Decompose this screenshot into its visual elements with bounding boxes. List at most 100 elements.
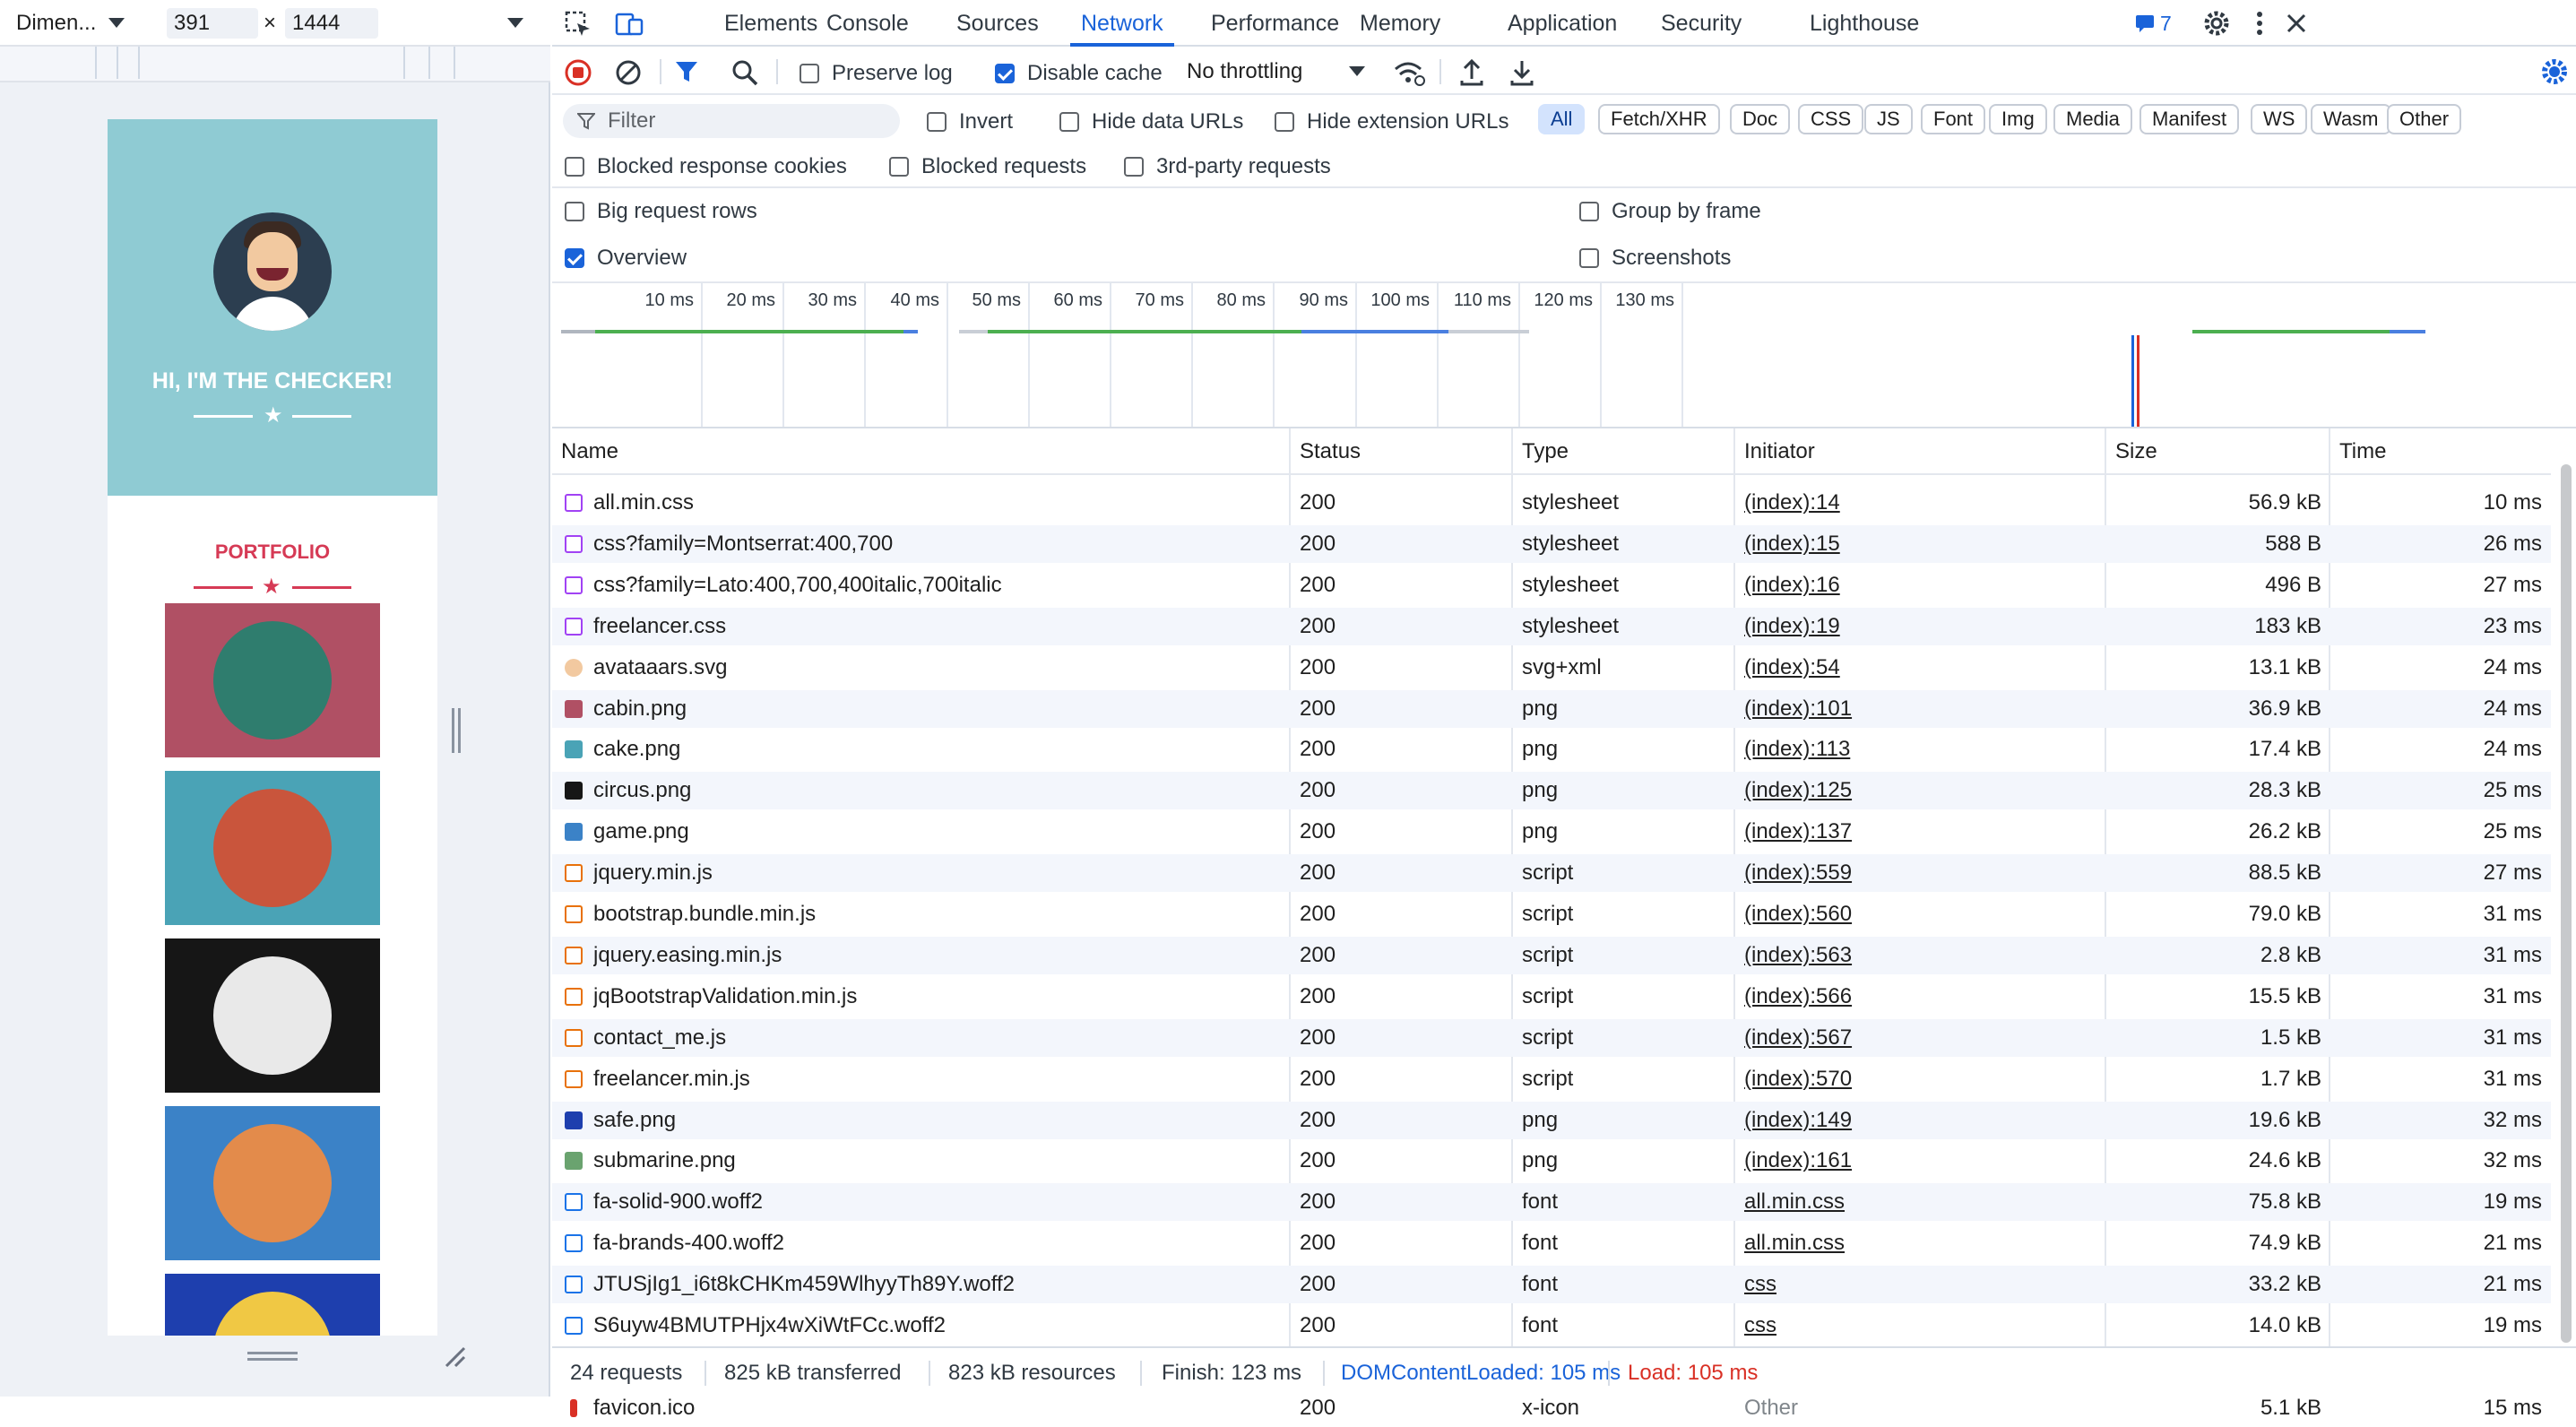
tab-sources[interactable]: Sources [946, 0, 1050, 47]
type-filter-other[interactable]: Other [2387, 104, 2462, 134]
request-initiator[interactable]: (index):563 [1744, 937, 2097, 974]
type-filter-js[interactable]: JS [1864, 104, 1913, 134]
big-request-rows-checkbox[interactable]: Big request rows [565, 199, 757, 224]
request-row[interactable]: safe.png 200 png (index):149 19.6 kB 32 ms [552, 1101, 2551, 1139]
filter-input[interactable]: Filter [563, 104, 900, 138]
request-row[interactable]: jquery.min.js 200 script (index):559 88.5 kB… [552, 854, 2551, 893]
request-name[interactable]: css?family=Montserrat:400,700 [593, 525, 1282, 563]
group-by-frame-checkbox[interactable]: Group by frame [1579, 199, 1761, 224]
inspect-element-icon[interactable] [565, 11, 592, 38]
request-name[interactable]: submarine.png [593, 1142, 1282, 1180]
tab-security[interactable]: Security [1650, 0, 1752, 47]
request-row[interactable]: contact_me.js 200 script (index):567 1.5 kB 3… [552, 1018, 2551, 1057]
request-row[interactable]: circus.png 200 png (index):125 28.3 kB 25 ms [552, 772, 2551, 810]
filter-icon[interactable] [674, 59, 699, 84]
request-name[interactable]: freelancer.css [593, 608, 1282, 645]
request-name[interactable]: freelancer.min.js [593, 1060, 1282, 1098]
import-har-icon[interactable] [1459, 57, 1484, 86]
type-filter-doc[interactable]: Doc [1730, 104, 1791, 134]
type-filter-fetch-xhr[interactable]: Fetch/XHR [1598, 104, 1720, 134]
request-name[interactable]: fa-solid-900.woff2 [593, 1183, 1282, 1221]
request-row[interactable]: fa-brands-400.woff2 200 font all.min.css 74.… [552, 1224, 2551, 1262]
issues-counter[interactable]: 7 [2135, 0, 2172, 47]
request-name[interactable]: jquery.min.js [593, 854, 1282, 892]
tab-network[interactable]: Network [1070, 0, 1174, 47]
export-har-icon[interactable] [1509, 57, 1534, 86]
gear-icon[interactable] [2203, 10, 2230, 37]
overview-checkbox[interactable]: Overview [565, 246, 687, 271]
request-initiator[interactable]: (index):559 [1744, 854, 2097, 892]
request-row[interactable]: fa-solid-900.woff2 200 font all.min.css 75.8… [552, 1183, 2551, 1222]
preserve-log-checkbox[interactable]: Preserve log [800, 61, 953, 86]
invert-checkbox[interactable]: Invert [927, 109, 1013, 134]
type-filter-manifest[interactable]: Manifest [2139, 104, 2240, 134]
request-name[interactable]: jqBootstrapValidation.min.js [593, 978, 1282, 1016]
type-filter-all[interactable]: All [1538, 104, 1586, 134]
request-name[interactable]: fa-brands-400.woff2 [593, 1224, 1282, 1262]
tab-lighthouse[interactable]: Lighthouse [1799, 0, 1930, 47]
request-initiator[interactable]: (index):570 [1744, 1060, 2097, 1098]
request-row[interactable]: jquery.easing.min.js 200 script (index):563… [552, 936, 2551, 974]
tab-console[interactable]: Console [816, 0, 920, 47]
blocked-response-cookies-checkbox[interactable]: Blocked response cookies [565, 154, 847, 179]
type-filter-wasm[interactable]: Wasm [2311, 104, 2391, 134]
request-initiator[interactable]: all.min.css [1744, 1183, 2097, 1221]
request-name[interactable]: game.png [593, 813, 1282, 851]
request-initiator[interactable]: (index):161 [1744, 1142, 2097, 1180]
request-name[interactable]: css?family=Lato:400,700,400italic,700ita… [593, 566, 1282, 604]
request-name[interactable]: cabin.png [593, 690, 1282, 728]
tab-application[interactable]: Application [1497, 0, 1628, 47]
type-filter-img[interactable]: Img [1989, 104, 2047, 134]
request-initiator[interactable]: css [1744, 1266, 2097, 1303]
request-row[interactable]: jqBootstrapValidation.min.js 200 script (in… [552, 978, 2551, 1016]
request-initiator[interactable]: (index):566 [1744, 978, 2097, 1016]
request-name[interactable]: contact_me.js [593, 1019, 1282, 1057]
request-initiator[interactable]: css [1744, 1307, 2097, 1345]
request-row[interactable]: avataaars.svg 200 svg+xml (index):54 13.1 kB… [552, 649, 2551, 687]
request-row[interactable]: css?family=Montserrat:400,700 200 styleshe… [552, 524, 2551, 563]
third-party-requests-checkbox[interactable]: 3rd-party requests [1124, 154, 1331, 179]
request-initiator[interactable]: (index):19 [1744, 608, 2097, 645]
request-initiator[interactable]: (index):125 [1744, 772, 2097, 809]
disable-cache-checkbox[interactable]: Disable cache [995, 61, 1163, 86]
hide-data-urls-checkbox[interactable]: Hide data URLs [1059, 109, 1243, 134]
request-initiator[interactable]: (index):149 [1744, 1102, 2097, 1139]
close-icon[interactable] [2286, 13, 2307, 34]
request-initiator[interactable]: (index):567 [1744, 1019, 2097, 1057]
type-filter-font[interactable]: Font [1921, 104, 1986, 134]
portfolio-item-circus[interactable] [165, 938, 380, 1093]
request-row[interactable]: freelancer.css 200 stylesheet (index):19 183… [552, 607, 2551, 645]
network-conditions-icon[interactable] [1393, 59, 1425, 86]
request-name[interactable]: bootstrap.bundle.min.js [593, 895, 1282, 933]
hide-extension-urls-checkbox[interactable]: Hide extension URLs [1275, 109, 1508, 134]
portfolio-item-safe[interactable] [165, 1274, 380, 1336]
device-width-input[interactable]: 391 [167, 8, 258, 39]
type-filter-ws[interactable]: WS [2251, 104, 2308, 134]
column-header-initiator[interactable]: Initiator [1735, 428, 2106, 475]
portfolio-item-cake[interactable] [165, 771, 380, 925]
device-toolbar-icon[interactable] [615, 11, 644, 38]
type-filter-css[interactable]: CSS [1798, 104, 1864, 134]
resize-corner-icon[interactable] [443, 1345, 466, 1368]
request-initiator[interactable]: (index):16 [1744, 566, 2097, 604]
request-initiator[interactable]: (index):137 [1744, 813, 2097, 851]
request-name[interactable]: safe.png [593, 1102, 1282, 1139]
request-name[interactable]: cake.png [593, 731, 1282, 768]
throttling-select[interactable]: No throttling [1187, 48, 1366, 95]
resize-handle-right[interactable] [452, 708, 461, 753]
tab-performance[interactable]: Performance [1200, 0, 1350, 47]
column-header-size[interactable]: Size [2106, 428, 2330, 475]
more-vertical-icon[interactable] [2255, 10, 2264, 37]
tab-elements[interactable]: Elements [713, 0, 828, 47]
request-row[interactable]: css?family=Lato:400,700,400italic,700ita… [552, 566, 2551, 604]
clear-icon[interactable] [615, 59, 642, 86]
type-filter-media[interactable]: Media [2053, 104, 2132, 134]
device-preset-select[interactable]: Dimen... [16, 0, 125, 47]
request-row[interactable]: cake.png 200 png (index):113 17.4 kB 24 ms [552, 731, 2551, 768]
request-row[interactable]: all.min.css 200 stylesheet (index):14 56.9 k… [552, 484, 2551, 522]
portfolio-item-cabin[interactable] [165, 603, 380, 757]
search-icon[interactable] [731, 59, 758, 86]
request-initiator[interactable]: (index):14 [1744, 484, 2097, 522]
record-stop-icon[interactable] [565, 59, 592, 86]
request-row[interactable]: game.png 200 png (index):137 26.2 kB 25 ms [552, 813, 2551, 851]
